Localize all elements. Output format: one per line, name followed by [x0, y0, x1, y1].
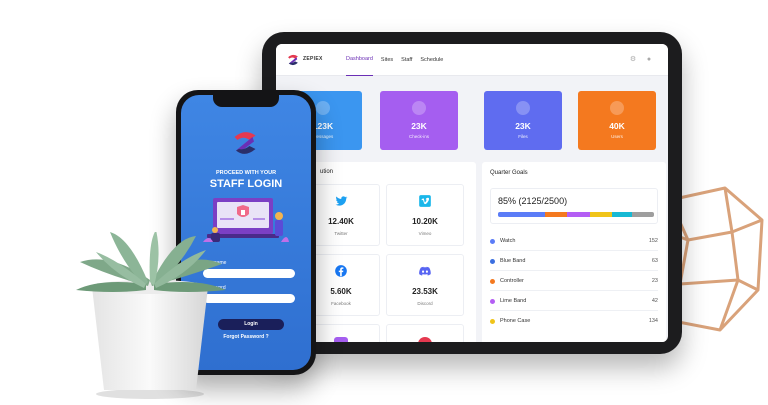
- stat-value: 23K: [515, 121, 531, 131]
- file-icon: [516, 101, 530, 115]
- facebook-icon: [335, 265, 347, 277]
- goal-count: 134: [648, 318, 658, 324]
- goal-dot: [490, 259, 495, 264]
- quarter-goals-panel: Quarter Goals 85% (2125/2500) Watch 152 …: [482, 162, 666, 342]
- goal-name: Watch: [500, 238, 516, 244]
- product-mockup-scene: ZEPIEX Dashboard Sites Staff Schedule ⚙ …: [0, 0, 768, 405]
- stat-card-files[interactable]: 23K Files: [484, 91, 562, 150]
- goal-detail: (2125/2500): [518, 196, 568, 206]
- goal-bar-segment: [632, 212, 654, 217]
- app-logo-icon: [234, 132, 256, 154]
- nav-staff[interactable]: Staff: [401, 44, 412, 76]
- divider: [490, 250, 658, 251]
- goal-bar-segment: [544, 212, 567, 217]
- phone-notch: [213, 95, 279, 107]
- goal-name: Phone Case: [500, 318, 531, 324]
- goal-bar-segment: [498, 212, 545, 217]
- goal-count: 152: [648, 238, 658, 244]
- goal-name: Lime Band: [500, 298, 527, 304]
- login-subtitle: PROCEED WITH YOUR: [215, 170, 277, 176]
- stat-label: Files: [518, 134, 528, 139]
- social-label: Vimeo: [418, 231, 432, 236]
- goal-name: Controller: [500, 278, 524, 284]
- login-title: STAFF LOGIN: [209, 178, 283, 190]
- goal-bar-segment: [590, 212, 612, 217]
- goal-item-controller[interactable]: Controller 23: [490, 276, 658, 291]
- stat-value: 40K: [609, 121, 625, 131]
- divider: [490, 270, 658, 271]
- social-card-discord[interactable]: 23.53K Discord: [386, 254, 464, 316]
- twitter-icon: [335, 196, 348, 206]
- goal-count: 23: [651, 278, 658, 284]
- social-card-partial[interactable]: [386, 324, 464, 342]
- social-card-vimeo[interactable]: 10.20K Vimeo: [386, 184, 464, 246]
- goal-dot: [490, 279, 495, 284]
- goal-dot: [490, 299, 495, 304]
- goal-item-watch[interactable]: Watch 152: [490, 236, 658, 251]
- stat-value: 23K: [411, 121, 427, 131]
- settings-icon[interactable]: ⚙: [628, 55, 638, 65]
- main-nav: Dashboard Sites Staff Schedule: [346, 44, 443, 76]
- circle-icon: [418, 337, 432, 342]
- discord-icon: [419, 266, 431, 276]
- tablet-device: ZEPIEX Dashboard Sites Staff Schedule ⚙ …: [262, 32, 682, 354]
- social-value: 10.20K: [412, 217, 438, 226]
- panel-title: Quarter Goals: [490, 170, 528, 176]
- stat-label: Users: [611, 134, 623, 139]
- app-logo-icon: [288, 54, 298, 66]
- goal-dot: [490, 239, 495, 244]
- goal-item-blue-band[interactable]: Blue Band 63: [490, 256, 658, 271]
- goal-count: 63: [651, 258, 658, 264]
- envelope-icon: [316, 101, 330, 115]
- nav-sites[interactable]: Sites: [381, 44, 393, 76]
- dashboard-screen: ZEPIEX Dashboard Sites Staff Schedule ⚙ …: [276, 44, 668, 342]
- social-label: Discord: [417, 301, 433, 306]
- divider: [490, 310, 658, 311]
- stat-card-users[interactable]: 40K Users: [578, 91, 656, 150]
- goal-count: 42: [651, 298, 658, 304]
- users-icon: [610, 101, 624, 115]
- goal-name: Blue Band: [500, 258, 526, 264]
- goal-progress-text: 85% (2125/2500): [498, 196, 567, 206]
- dashboard-header: ZEPIEX Dashboard Sites Staff Schedule ⚙ …: [276, 44, 668, 76]
- instagram-icon: [334, 337, 348, 342]
- location-pin-icon: [412, 101, 426, 115]
- stat-label: Check-ins: [408, 134, 429, 139]
- panel-title: ution: [320, 169, 334, 175]
- brand-name: ZEPIEX: [303, 56, 323, 62]
- stat-card-checkins[interactable]: 23K Check-ins: [380, 91, 458, 150]
- nav-schedule[interactable]: Schedule: [420, 44, 443, 76]
- goal-progress-box: 85% (2125/2500): [490, 188, 658, 224]
- goal-bar-segment: [566, 212, 591, 217]
- user-icon[interactable]: ●: [644, 55, 654, 65]
- nav-dashboard[interactable]: Dashboard: [346, 44, 373, 76]
- goal-bar-segment: [611, 212, 633, 217]
- social-value: 23.53K: [412, 287, 438, 296]
- potted-plant-decoration: [76, 232, 226, 399]
- goal-item-lime-band[interactable]: Lime Band 42: [490, 296, 658, 311]
- goal-progress-bar: [498, 212, 654, 217]
- vimeo-icon: [419, 195, 431, 207]
- goal-percent: 85%: [498, 196, 517, 206]
- divider: [490, 290, 658, 291]
- goal-item-phone-case[interactable]: Phone Case 134: [490, 316, 658, 328]
- goal-dot: [490, 319, 495, 324]
